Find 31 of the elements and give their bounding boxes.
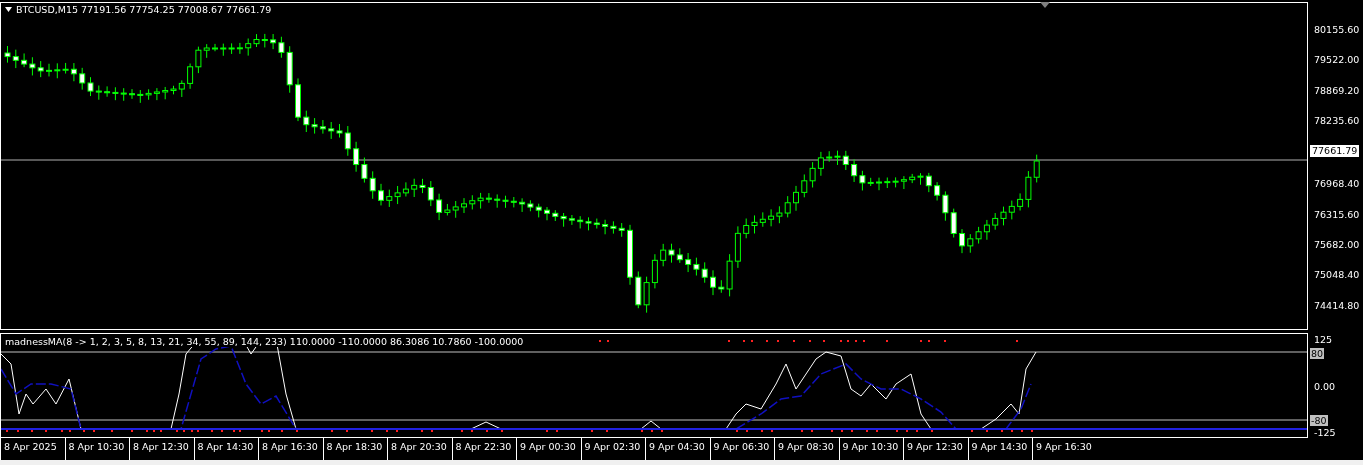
- symbol-quote-header: BTCUSD,M15 77191.56 77754.25 77008.67 77661.79: [16, 4, 272, 15]
- candle: [129, 88, 135, 100]
- indicator-header: madnessMA(8 -> 1, 2, 3, 5, 8, 13, 21, 34, 55, 89, 144, 233) 110.0000 -110.0000 86.3086 10.7860 -100.0000: [5, 336, 524, 347]
- current-price-label: 77661.79: [1310, 145, 1360, 158]
- indicator-tick-label: 125: [1314, 334, 1333, 345]
- candle: [959, 228, 965, 254]
- candle: [793, 185, 799, 212]
- candle: [212, 43, 218, 52]
- indicator-tick-label: -125: [1314, 427, 1336, 438]
- indicator-level-label: -80: [1310, 415, 1328, 426]
- price-tick-label: 76968.40: [1313, 178, 1361, 192]
- price-tick-label: 76315.60: [1313, 208, 1361, 222]
- dropdown-caret-icon[interactable]: [5, 7, 12, 12]
- candle: [710, 269, 716, 296]
- price-tick-label: 78235.60: [1313, 115, 1361, 128]
- candle: [378, 183, 384, 206]
- indicator-tick-label: 0.00: [1314, 381, 1336, 392]
- candle: [461, 197, 467, 214]
- price-tick-label: 75682.00: [1313, 238, 1361, 252]
- candle: [627, 224, 633, 286]
- candle: [544, 206, 550, 221]
- candle: [46, 63, 52, 77]
- candle: [295, 77, 301, 122]
- indicator-level-label: 80: [1310, 348, 1325, 359]
- price-tick-label: 79522.00: [1313, 54, 1361, 68]
- price-tick-label: 74414.80: [1313, 299, 1361, 313]
- shift-marker-icon[interactable]: [1040, 2, 1050, 8]
- price-tick-label: 75048.40: [1313, 269, 1361, 283]
- price-tick-label: 80155.60: [1313, 24, 1361, 37]
- candle: [876, 177, 882, 191]
- price-tick-label: 78869.20: [1313, 84, 1361, 98]
